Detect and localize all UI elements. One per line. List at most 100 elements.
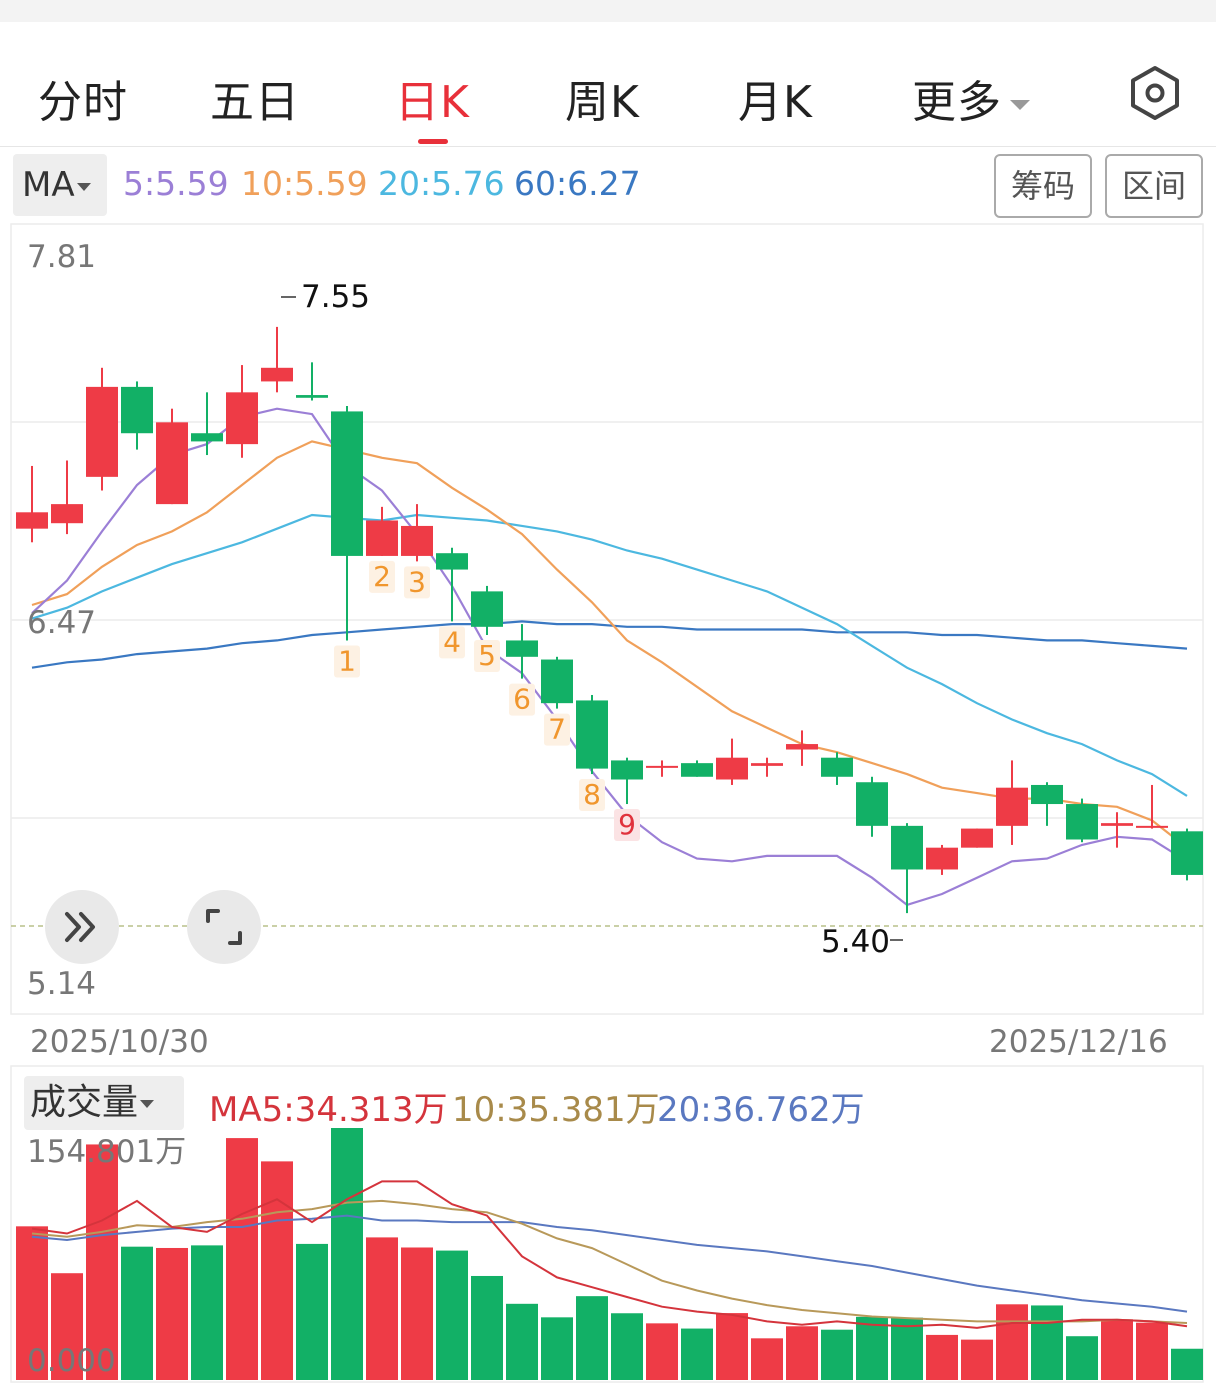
candle-body (156, 422, 188, 505)
candle (296, 362, 328, 401)
ma10-value: 10:5.59 (241, 164, 368, 203)
volume-bar (401, 1247, 433, 1380)
volume-bar (121, 1246, 153, 1380)
volume-bar (856, 1316, 888, 1380)
chevron-down-icon (76, 182, 91, 191)
volume-bar (191, 1245, 223, 1380)
fast-forward-button[interactable] (45, 890, 119, 964)
vol-ma20-value: 20:36.762万 (657, 1090, 865, 1130)
td-count-label: 2 (373, 560, 391, 593)
volume-bar (1101, 1319, 1133, 1380)
td-count-label: 1 (338, 644, 356, 677)
candle (856, 776, 888, 837)
chevron-down-icon (140, 1100, 155, 1108)
candlestick-chart[interactable]: 1 2 34 56789 7.55 5.40 (0, 222, 1216, 1393)
volume-selector-button[interactable]: 成交量 (24, 1076, 184, 1130)
date-end-label: 2025/12/16 (989, 1024, 1168, 1060)
ma20-line (31, 513, 1188, 797)
tab-weekly-k[interactable]: 周K (565, 66, 640, 130)
td-count-label: 4 (443, 625, 461, 658)
vol-ma5-value: MA5:34.313万 (209, 1090, 448, 1130)
ma-indicator-bar: MA 5:5.59 10:5.59 20:5.76 60:6.27 筹码 区间 (0, 150, 1216, 222)
candle (366, 506, 398, 556)
volume-bar (1136, 1322, 1168, 1380)
candle (1031, 782, 1063, 826)
candle-body (471, 591, 503, 627)
candle (16, 465, 48, 543)
price-axis-mid: 6.47 (27, 605, 97, 641)
volume-bar (366, 1237, 398, 1380)
volume-bar (296, 1243, 328, 1380)
candle (821, 752, 853, 785)
tab-more[interactable]: 更多 (912, 66, 1030, 130)
settings-icon[interactable] (1126, 64, 1184, 122)
candle-body (401, 525, 433, 556)
volume-bar (611, 1313, 643, 1380)
candle (751, 757, 783, 777)
range-stats-button[interactable]: 区间 (1105, 154, 1203, 218)
candle (961, 828, 993, 848)
period-tab-bar: 分时 五日 日K 周K 月K 更多 (0, 38, 1216, 147)
td-count-label: 7 (548, 713, 566, 746)
candle-body (51, 504, 83, 524)
volume-selector-label: 成交量 (30, 1082, 139, 1123)
candle (156, 408, 188, 505)
candle-body (821, 757, 853, 777)
candle-body (926, 847, 958, 870)
candle-body (856, 782, 888, 826)
tab-five-day[interactable]: 五日 (210, 66, 300, 130)
candle-body (226, 392, 258, 445)
candle-body (961, 828, 993, 848)
candle-body (716, 757, 748, 780)
candle-body (751, 763, 783, 766)
chevron-down-icon (1010, 100, 1030, 110)
candle (1171, 828, 1203, 881)
candle (331, 405, 363, 641)
tab-intraday[interactable]: 分时 (38, 66, 128, 130)
candle (611, 757, 643, 805)
expand-icon (206, 909, 242, 945)
vol-ma10-value: 10:35.381万 (452, 1090, 660, 1130)
volume-bar (471, 1275, 503, 1380)
candle-body (16, 512, 48, 529)
candle-body (786, 744, 818, 750)
candle-body (86, 386, 118, 477)
tab-daily-k[interactable]: 日K (395, 66, 470, 130)
candle-body (576, 700, 608, 769)
candle (646, 760, 678, 777)
candle-body (436, 553, 468, 570)
candle-body (646, 765, 678, 768)
volume-bar (261, 1161, 293, 1380)
candle (1136, 784, 1168, 829)
volume-bar (541, 1317, 573, 1380)
candle-body (541, 659, 573, 704)
ma60-value: 60:6.27 (514, 164, 641, 203)
ma-selector-button[interactable]: MA (13, 154, 107, 216)
chip-distribution-button[interactable]: 筹码 (994, 154, 1092, 218)
ma-selector-label: MA (22, 165, 75, 205)
candle (191, 392, 223, 456)
volume-bar (226, 1138, 258, 1380)
status-strip (0, 0, 1216, 22)
candle-body (611, 760, 643, 780)
fullscreen-button[interactable] (187, 890, 261, 964)
candle-body (121, 386, 153, 434)
candle-body (191, 433, 223, 442)
td-count-label: 6 (513, 683, 531, 716)
volume-bar (716, 1313, 748, 1380)
volume-axis-zero: 0.000 (27, 1343, 116, 1379)
candle (576, 694, 608, 775)
candle (261, 326, 293, 393)
candle (681, 760, 713, 777)
candle (926, 844, 958, 875)
candle-body (1066, 804, 1098, 840)
candle (1066, 798, 1098, 843)
volume-bar (681, 1328, 713, 1380)
candle-body (331, 411, 363, 556)
volume-bar (996, 1304, 1028, 1380)
candle (226, 365, 258, 458)
price-axis-top: 7.81 (27, 239, 97, 275)
low-price-label: 5.40 (821, 924, 890, 960)
candle (506, 624, 538, 679)
tab-monthly-k[interactable]: 月K (738, 66, 813, 130)
